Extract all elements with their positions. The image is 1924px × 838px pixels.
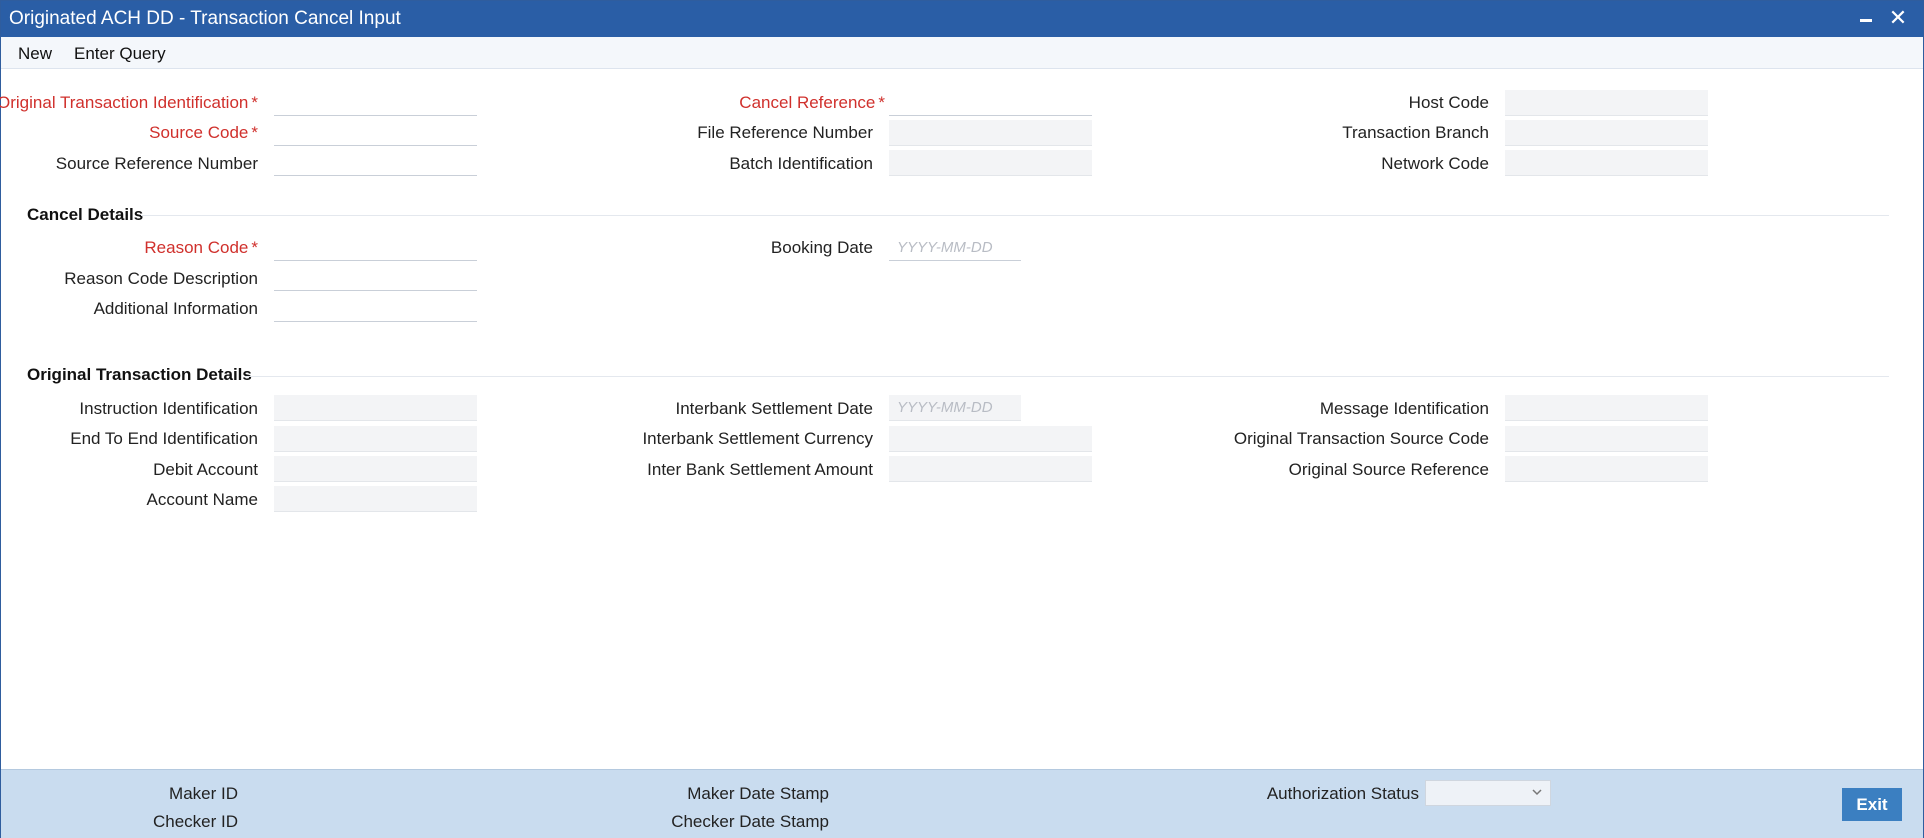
menu-new[interactable]: New: [18, 44, 52, 64]
file-ref-no-input[interactable]: [889, 120, 1092, 146]
host-code-input[interactable]: [1505, 90, 1708, 116]
required-mark: *: [251, 93, 258, 112]
host-code-label: Host Code: [1408, 93, 1489, 112]
maker-date-stamp-label: Maker Date Stamp: [687, 784, 829, 803]
end-to-end-id-label: End To End Identification: [70, 429, 258, 448]
message-id-input[interactable]: [1505, 395, 1708, 421]
section-divider: [141, 215, 1889, 216]
message-id-label: Message Identification: [1319, 399, 1489, 418]
section-divider: [245, 376, 1889, 377]
ib-settlement-ccy-label: Interbank Settlement Currency: [642, 429, 873, 448]
exit-button[interactable]: Exit: [1842, 788, 1902, 821]
txn-branch-label: Transaction Branch: [1342, 123, 1489, 142]
reason-code-input[interactable]: [274, 235, 477, 261]
required-mark: *: [251, 238, 258, 257]
original-txn-id-label-text: Original Transaction Identification: [0, 93, 249, 112]
source-ref-no-label: Source Reference Number: [55, 154, 258, 173]
orig-source-ref-label: Original Source Reference: [1288, 460, 1489, 479]
checker-date-stamp-label: Checker Date Stamp: [671, 812, 829, 831]
debit-account-label: Debit Account: [153, 460, 258, 479]
reason-code-label-text: Reason Code: [144, 238, 249, 257]
end-to-end-id-input[interactable]: [274, 426, 477, 452]
checker-id-label: Checker ID: [152, 812, 238, 831]
orig-txn-source-code-label: Original Transaction Source Code: [1233, 429, 1489, 448]
orig-source-ref-input[interactable]: [1505, 456, 1708, 482]
cancel-reference-input[interactable]: [889, 90, 1092, 116]
ib-settlement-amt-label: Inter Bank Settlement Amount: [647, 460, 873, 479]
cancel-reference-label: Cancel Reference *: [739, 93, 885, 113]
booking-date-label: Booking Date: [770, 238, 873, 257]
app-window: Originated ACH DD - Transaction Cancel I…: [0, 0, 1924, 838]
booking-date-input[interactable]: [889, 235, 1021, 261]
file-ref-no-label: File Reference Number: [697, 123, 873, 142]
source-code-label: Source Code *: [149, 123, 258, 143]
cancel-details-title: Cancel Details: [27, 205, 144, 224]
ib-settlement-ccy-input[interactable]: [889, 426, 1092, 452]
source-ref-no-input[interactable]: [274, 150, 477, 176]
account-name-label: Account Name: [146, 490, 259, 509]
original-txn-details-title: Original Transaction Details: [27, 365, 252, 384]
chevron-down-icon: [1532, 789, 1542, 796]
close-icon[interactable]: ✕: [1885, 5, 1911, 31]
authorization-status-label: Authorization Status: [1266, 784, 1419, 803]
debit-account-input[interactable]: [274, 456, 477, 482]
reason-code-desc-label: Reason Code Description: [64, 269, 258, 288]
txn-branch-input[interactable]: [1505, 120, 1708, 146]
account-name-input[interactable]: [274, 486, 477, 512]
original-txn-id-label: Original Transaction Identification *: [0, 93, 258, 113]
network-code-input[interactable]: [1505, 150, 1708, 176]
menu-bar: New Enter Query: [1, 37, 1923, 69]
source-code-label-text: Source Code: [149, 123, 249, 142]
instruction-id-input[interactable]: [274, 395, 477, 421]
title-bar: Originated ACH DD - Transaction Cancel I…: [1, 1, 1923, 37]
authorization-status-select[interactable]: [1425, 780, 1551, 806]
instruction-id-label: Instruction Identification: [79, 399, 258, 418]
ib-settlement-date-label: Interbank Settlement Date: [675, 399, 873, 418]
ib-settlement-date-input[interactable]: [889, 395, 1021, 421]
batch-id-input[interactable]: [889, 150, 1092, 176]
window-title: Originated ACH DD - Transaction Cancel I…: [9, 8, 401, 29]
required-mark: *: [878, 93, 885, 112]
additional-info-label: Additional Information: [93, 299, 258, 318]
orig-txn-source-code-input[interactable]: [1505, 426, 1708, 452]
additional-info-input[interactable]: [274, 296, 477, 322]
reason-code-desc-input[interactable]: [274, 265, 477, 291]
reason-code-label: Reason Code *: [144, 238, 258, 258]
required-mark: *: [251, 123, 258, 142]
menu-enter-query[interactable]: Enter Query: [74, 44, 166, 64]
network-code-label: Network Code: [1381, 154, 1489, 173]
minimize-icon[interactable]: [1853, 5, 1879, 31]
source-code-input[interactable]: [274, 120, 477, 146]
maker-id-label: Maker ID: [169, 784, 238, 803]
batch-id-label: Batch Identification: [729, 154, 873, 173]
original-txn-id-input[interactable]: [274, 90, 477, 116]
audit-footer: Maker ID Checker ID Maker Date Stamp Che…: [1, 769, 1923, 838]
ib-settlement-amt-input[interactable]: [889, 456, 1092, 482]
cancel-reference-label-text: Cancel Reference: [739, 93, 876, 112]
